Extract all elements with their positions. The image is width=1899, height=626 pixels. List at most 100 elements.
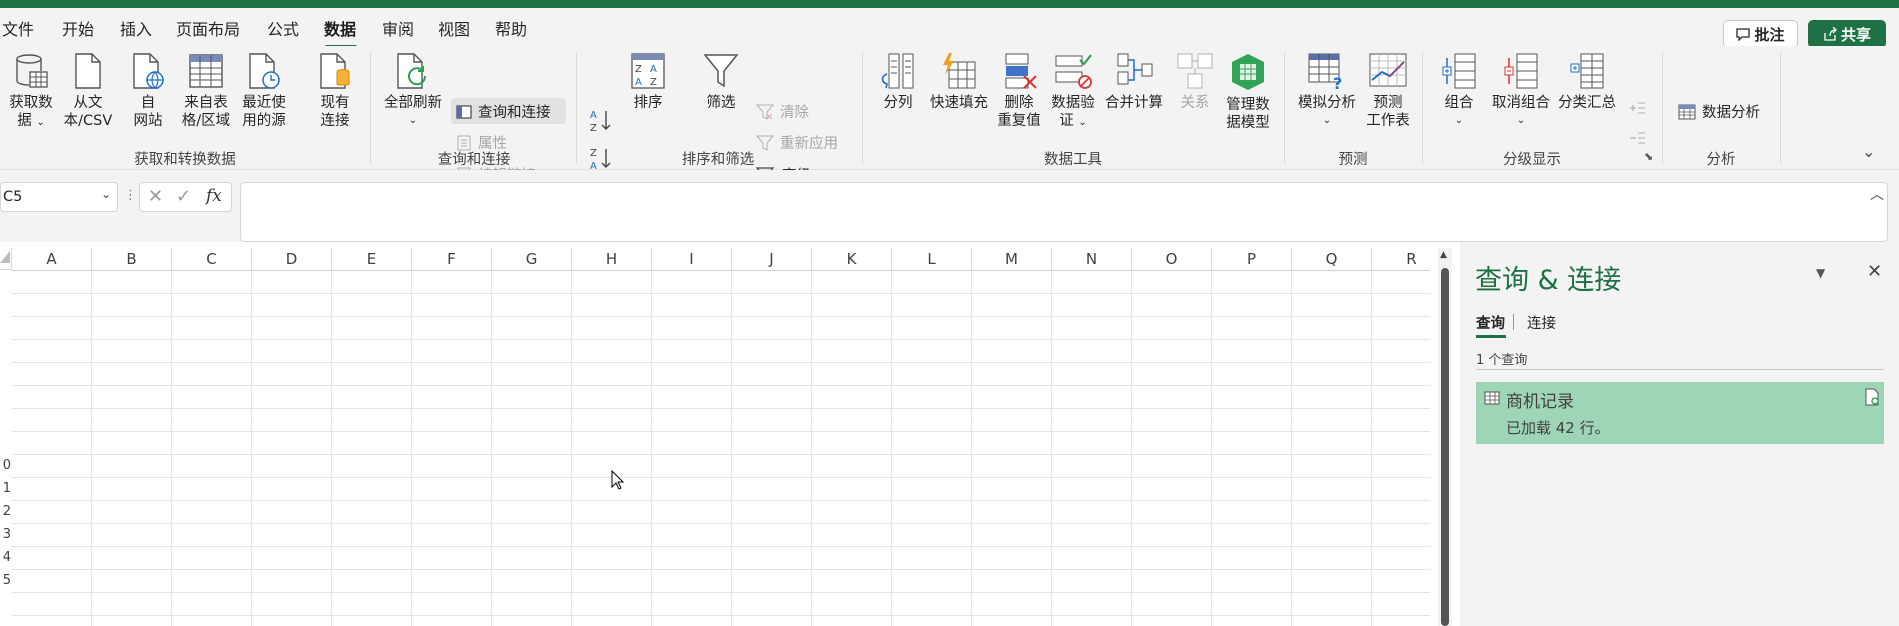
queries-connections-button[interactable]: 查询和连接 <box>456 101 551 122</box>
chevron-down-icon: ⌄ <box>1322 115 1332 126</box>
tab-queries[interactable]: 查询 <box>1476 312 1505 333</box>
text-to-columns-button[interactable]: 分列 <box>872 52 924 112</box>
refresh-icon <box>397 53 427 89</box>
scrollbar-thumb[interactable] <box>1441 268 1449 626</box>
group-label-queries-connections: 查询和连接 <box>437 152 511 168</box>
what-if-label: 模拟分析 <box>1298 95 1356 111</box>
insert-function-button[interactable]: fx <box>206 186 222 206</box>
share-button[interactable]: 共享 <box>1808 20 1886 48</box>
menu-review[interactable]: 审阅 <box>382 16 414 40</box>
column-header[interactable]: C <box>172 248 252 270</box>
what-if-analysis-button[interactable]: ? 模拟分析 ⌄ <box>1294 52 1360 130</box>
subtotal-button[interactable]: 分类汇总 <box>1556 52 1618 112</box>
column-header[interactable]: B <box>92 248 172 270</box>
forecast-sheet-button[interactable]: 预测 工作表 <box>1362 52 1414 130</box>
svg-text:Z: Z <box>590 123 597 134</box>
data-validation-label-2: 证 <box>1059 113 1074 129</box>
comments-button[interactable]: 批注 <box>1723 20 1798 48</box>
tab-connections[interactable]: 连接 <box>1527 312 1556 333</box>
column-header[interactable]: O <box>1132 248 1212 270</box>
row-header[interactable]: 4 <box>0 550 11 570</box>
column-header[interactable]: I <box>652 248 732 270</box>
formula-input[interactable] <box>240 182 1888 242</box>
menu-file[interactable]: 文件 <box>2 16 34 40</box>
column-header[interactable]: M <box>972 248 1052 270</box>
vertical-scrollbar[interactable]: ▲ <box>1438 248 1452 626</box>
column-header[interactable]: A <box>12 248 92 270</box>
collapse-formula-bar-icon[interactable]: ︿ <box>1870 184 1884 204</box>
data-analysis-label: 数据分析 <box>1702 105 1760 121</box>
column-header[interactable]: L <box>892 248 972 270</box>
menu-page-layout[interactable]: 页面布局 <box>176 16 240 40</box>
column-header[interactable]: P <box>1212 248 1292 270</box>
manage-model-label-2: 据模型 <box>1226 115 1270 131</box>
column-header[interactable]: R <box>1372 248 1430 270</box>
column-header[interactable]: N <box>1052 248 1132 270</box>
group-rows-button[interactable]: 组合 ⌄ <box>1432 52 1486 130</box>
chevron-down-icon[interactable]: ⌄ <box>101 187 111 201</box>
menu-insert[interactable]: 插入 <box>120 16 152 40</box>
group-label-analysis: 分析 <box>1706 152 1736 168</box>
consolidate-button[interactable]: 合并计算 <box>1102 52 1166 112</box>
menu-view[interactable]: 视图 <box>438 16 470 40</box>
sort-button[interactable]: ZAAZ 排序 <box>626 52 670 112</box>
collapse-ribbon-chevron-icon[interactable]: ⌄ <box>1862 142 1875 161</box>
from-table-range-button[interactable]: 来自表 格/区域 <box>178 52 234 130</box>
column-header[interactable]: K <box>812 248 892 270</box>
close-pane-icon[interactable]: ✕ <box>1867 261 1882 282</box>
menu-help[interactable]: 帮助 <box>495 16 527 40</box>
from-web-button[interactable]: 自 网站 <box>124 52 172 130</box>
recent-sources-button[interactable]: 最近使 用的源 <box>238 52 290 130</box>
row-header[interactable]: 1 <box>0 481 11 501</box>
manage-data-model-button[interactable]: 管理数 据模型 <box>1222 52 1274 132</box>
more-options-icon[interactable]: ⋮ <box>124 188 137 203</box>
refresh-query-icon[interactable] <box>1864 388 1880 406</box>
worksheet-grid[interactable]: ABCDEFGHIJKLMNOPQR 0 1 2 3 4 5 <box>0 248 1430 626</box>
scroll-up-icon[interactable]: ▲ <box>1440 250 1447 260</box>
remove-duplicates-button[interactable]: 删除 重复值 <box>994 52 1044 130</box>
column-header[interactable]: G <box>492 248 572 270</box>
menu-data[interactable]: 数据 <box>324 16 356 40</box>
mouse-cursor-icon <box>611 470 625 490</box>
data-validation-button[interactable]: 数据验 证 ⌄ <box>1046 52 1100 132</box>
column-header[interactable]: D <box>252 248 332 270</box>
column-header[interactable]: H <box>572 248 652 270</box>
forecast-sheet-label-2: 工作表 <box>1366 113 1410 129</box>
name-box[interactable]: C5 ⌄ <box>0 182 118 212</box>
flash-fill-button[interactable]: 快速填充 <box>926 52 992 112</box>
query-status: 已加载 42 行。 <box>1506 419 1610 437</box>
column-header[interactable]: J <box>732 248 812 270</box>
outline-settings-launcher-icon[interactable]: ⬊ <box>1644 150 1653 163</box>
database-table-icon <box>16 54 48 88</box>
svg-text:A: A <box>650 64 657 75</box>
menu-formulas[interactable]: 公式 <box>267 16 299 40</box>
filter-button[interactable]: 筛选 <box>700 52 742 112</box>
pane-options-dropdown-icon[interactable]: ▼ <box>1816 266 1825 280</box>
from-text-csv-button[interactable]: 从文 本/CSV <box>62 52 114 130</box>
refresh-all-button[interactable]: 全部刷新 ⌄ <box>380 52 446 130</box>
column-header[interactable]: F <box>412 248 492 270</box>
column-header[interactable]: E <box>332 248 412 270</box>
query-item[interactable]: 商机记录 已加载 42 行。 <box>1476 382 1884 444</box>
column-header[interactable]: Q <box>1292 248 1372 270</box>
select-all-corner[interactable] <box>0 248 12 270</box>
existing-connections-button[interactable]: 现有 连接 <box>310 52 360 130</box>
confirm-entry-icon[interactable]: ✓ <box>176 186 191 207</box>
get-data-button[interactable]: 获取数 据 ⌄ <box>0 52 62 132</box>
formula-actions: ✕ ✓ fx <box>139 182 232 212</box>
svg-text:A: A <box>635 77 642 88</box>
flash-fill-icon <box>943 53 976 89</box>
cancel-entry-icon[interactable]: ✕ <box>148 186 163 207</box>
menu-home[interactable]: 开始 <box>62 16 94 40</box>
sort-ascending-button[interactable]: AZ <box>590 108 612 134</box>
ungroup-button[interactable]: 取消组合 ⌄ <box>1488 52 1554 130</box>
row-header[interactable]: 0 <box>0 458 11 478</box>
row-header[interactable]: 2 <box>0 504 11 524</box>
group-separator <box>1662 52 1663 164</box>
cells-area[interactable] <box>12 270 1430 626</box>
data-analysis-button[interactable]: 数据分析 <box>1678 101 1760 122</box>
subtotal-label: 分类汇总 <box>1558 95 1616 111</box>
group-separator <box>1284 52 1285 164</box>
row-header[interactable]: 3 <box>0 527 11 547</box>
row-header[interactable]: 5 <box>0 573 11 593</box>
